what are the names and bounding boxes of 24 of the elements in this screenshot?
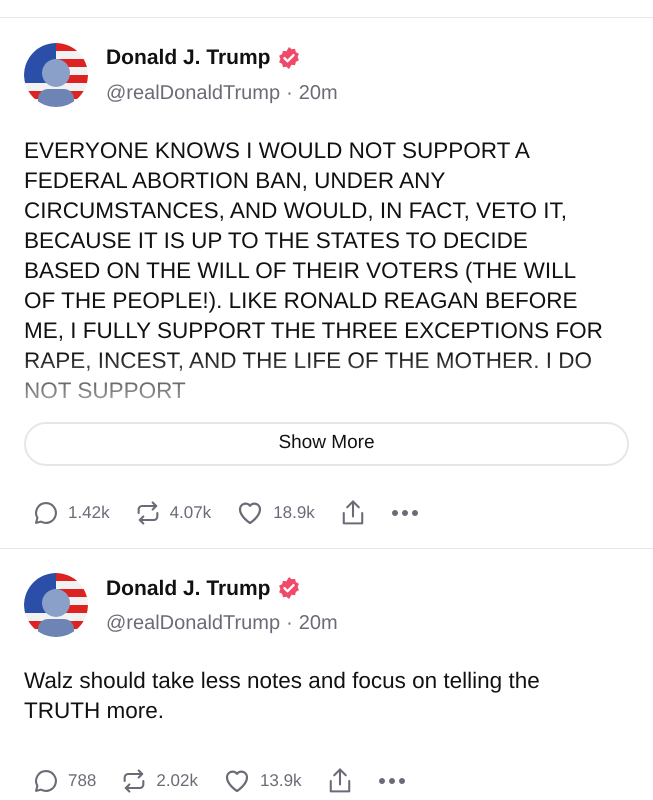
repost-button[interactable]: 2.02k [120, 767, 198, 795]
verified-badge-icon [276, 576, 301, 600]
more-icon [390, 508, 419, 516]
reply-button[interactable]: 1.42k [32, 498, 110, 526]
show-more-button[interactable]: Show More [24, 422, 629, 466]
post-time: 20m [298, 80, 338, 106]
reply-button[interactable]: 788 [32, 767, 96, 795]
like-button[interactable]: 18.9k [235, 498, 315, 528]
more-icon [378, 777, 406, 785]
user-handle[interactable]: @realDonaldTrump [106, 78, 280, 108]
post-time: 20m [298, 611, 338, 636]
like-button[interactable]: 13.9k [222, 766, 302, 796]
verified-badge-icon [276, 46, 301, 70]
author-name[interactable]: Donald J. Trump [106, 42, 271, 74]
post-text: Walz should take less notes and focus on telling the TRUTH more. [24, 667, 541, 725]
speech-bubble-icon [32, 767, 60, 795]
separator-dot: · [286, 611, 293, 636]
separator-dot: · [286, 80, 293, 106]
repost-button[interactable]: 4.07k [134, 498, 212, 526]
more-button[interactable] [390, 508, 419, 516]
user-handle[interactable]: @realDonaldTrump [106, 608, 280, 638]
more-button[interactable] [378, 777, 406, 785]
author-name[interactable]: Donald J. Trump [106, 572, 271, 604]
post-text: EVERYONE KNOWS I WOULD NOT SUPPORT A FEDERAL ABORTION BAN, UNDER ANY CIRCUMSTANCES, AND WOULD, IN FACT, VETO IT, BECAUSE IT IS UP TO THE STATES TO DECIDE BASED ON THE WILL OF THEIR VOTERS (THE WILL OF THE PEOPLE!). LIKE RONALD REAGAN BEFORE ME, I FULLY SUPPORT THE THREE EXCEPTIONS FOR RAPE, INCEST, AND THE LIFE OF THE MOTHER. I DO NOT SUPPORT [24, 136, 604, 404]
